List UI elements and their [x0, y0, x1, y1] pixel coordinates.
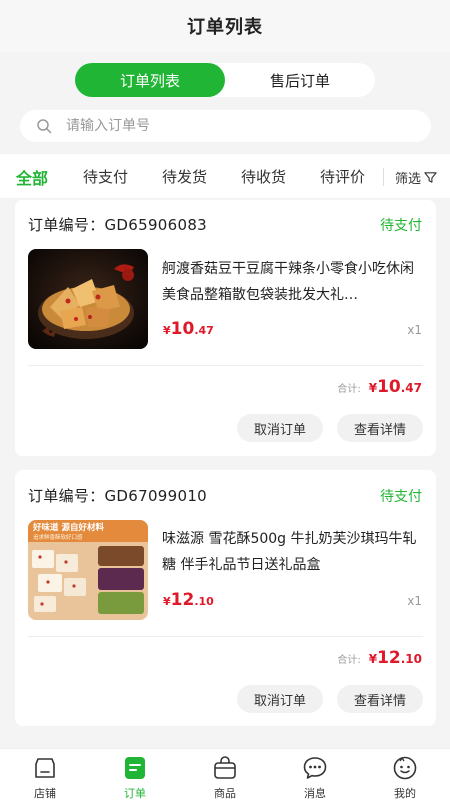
tabbar-label: 消息: [304, 787, 326, 800]
search-icon: [37, 119, 52, 134]
page-header: 订单列表: [0, 0, 450, 52]
product-photo-tofu: [28, 249, 148, 349]
filter-button[interactable]: 筛选: [395, 168, 437, 187]
tabbar-item-profile[interactable]: 我的: [375, 755, 435, 800]
page-title: 订单列表: [187, 17, 263, 38]
bottom-tab-bar: 店铺 订单 商品 消息 我的: [0, 748, 450, 800]
product-image[interactable]: [28, 249, 148, 349]
product-name[interactable]: 味滋源 雪花酥500g 牛扎奶芙沙琪玛牛轧糖 伴手礼品节日送礼品盒: [162, 526, 426, 578]
unit-price: ¥12.10: [163, 590, 214, 610]
price-currency: ¥: [163, 595, 171, 608]
tab-pending-shipment[interactable]: 待发货: [162, 166, 207, 187]
tabbar-label: 店铺: [34, 787, 56, 800]
image-headline: 好味道 源自好材料: [32, 522, 104, 533]
tabbar-item-products[interactable]: 商品: [195, 755, 255, 800]
order-number: 订单编号：GD65906083: [28, 216, 208, 234]
divider: [28, 636, 423, 637]
divider: [28, 365, 423, 366]
price-integer: 12: [170, 590, 195, 610]
quantity: x1: [407, 594, 422, 608]
order-type-segment: 订单列表 售后订单: [75, 63, 375, 97]
message-icon: [303, 757, 327, 779]
order-total: 合计: ¥12.10: [337, 648, 422, 668]
tab-all[interactable]: 全部: [16, 165, 48, 189]
tabbar-item-orders[interactable]: 订单: [105, 755, 165, 800]
tabbar-label: 我的: [394, 787, 416, 800]
profile-icon: [393, 756, 417, 780]
image-subline: 追求鲜香酥软好口感: [33, 533, 83, 541]
tab-pending-payment[interactable]: 待支付: [83, 166, 128, 187]
status-tabs: 全部 待支付 待发货 待收货 待评价 筛选: [0, 154, 450, 198]
order-number-search-input[interactable]: [66, 118, 396, 134]
filter-label: 筛选: [395, 172, 422, 187]
total-amount: ¥10.47: [368, 377, 422, 397]
price-decimal: .47: [194, 324, 214, 337]
view-details-button[interactable]: 查看详情: [337, 414, 423, 442]
tabbar-label: 订单: [124, 787, 146, 800]
total-label: 合计:: [337, 655, 361, 666]
total-label: 合计:: [337, 384, 361, 395]
tabbar-item-store[interactable]: 店铺: [15, 755, 75, 800]
order-total: 合计: ¥10.47: [337, 377, 422, 397]
unit-price: ¥10.47: [163, 319, 214, 339]
tab-divider: [383, 168, 384, 186]
cancel-order-button[interactable]: 取消订单: [237, 685, 323, 713]
product-name[interactable]: 舸渡香菇豆干豆腐干辣条小零食小吃休闲美食品整箱散包袋装批发大礼…: [162, 256, 426, 308]
search-bar[interactable]: [20, 110, 431, 142]
total-amount: ¥12.10: [368, 648, 422, 668]
tabbar-item-messages[interactable]: 消息: [285, 755, 345, 800]
order-card: 订单编号：GD67099010 待支付 好味道 源自好材料 追求鲜香酥软好口感 …: [15, 470, 436, 726]
product-image[interactable]: 好味道 源自好材料 追求鲜香酥软好口感: [28, 520, 148, 620]
quantity: x1: [407, 323, 422, 337]
order-status: 待支付: [380, 218, 422, 234]
order-status: 待支付: [380, 489, 422, 505]
store-icon: [35, 758, 55, 778]
price-decimal: .10: [194, 595, 214, 608]
bag-icon: [214, 756, 236, 779]
tab-pending-review[interactable]: 待评价: [320, 166, 365, 187]
filter-icon: [424, 172, 437, 183]
tab-pending-receipt[interactable]: 待收货: [241, 166, 286, 187]
order-card: 订单编号：GD65906083 待支付 舸渡香菇豆干豆腐干辣条小零食小吃休闲美食…: [15, 200, 436, 456]
cancel-order-button[interactable]: 取消订单: [237, 414, 323, 442]
order-number: 订单编号：GD67099010: [28, 487, 208, 505]
price-currency: ¥: [163, 324, 171, 337]
product-photo-snowflake-cake: 好味道 源自好材料 追求鲜香酥软好口感: [28, 520, 148, 620]
tabbar-label: 商品: [214, 787, 236, 800]
segment-after-sales[interactable]: 售后订单: [225, 63, 375, 97]
view-details-button[interactable]: 查看详情: [337, 685, 423, 713]
segment-order-list[interactable]: 订单列表: [75, 63, 225, 97]
price-integer: 10: [170, 319, 195, 339]
order-icon: [125, 757, 145, 779]
